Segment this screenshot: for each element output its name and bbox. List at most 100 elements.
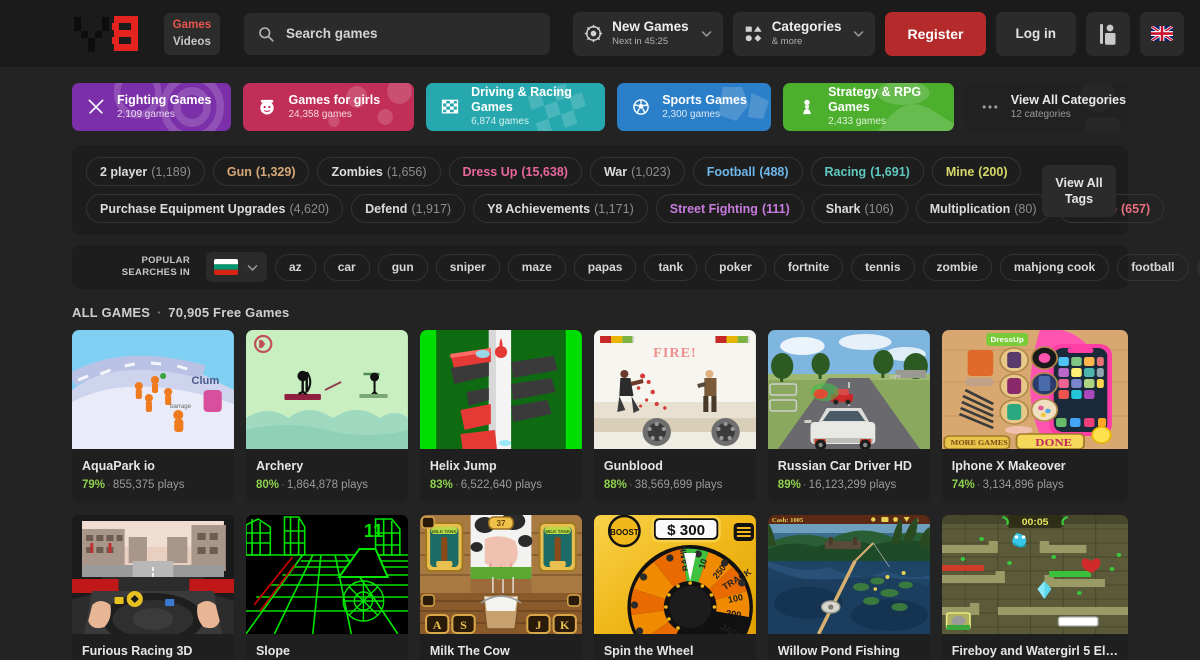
category-name: Fighting Games (117, 92, 212, 107)
tag-count: (200) (978, 164, 1008, 179)
category-card-strategy[interactable]: Strategy & RPG Games 2,433 games (783, 83, 954, 131)
game-card-slope[interactable]: 11 Slope 85%·68,938,167 plays (245, 515, 408, 660)
popular-term-gun[interactable]: gun (377, 253, 428, 281)
svg-text:J: J (535, 618, 541, 632)
tags-panel: 2 player (1,189) Gun (1,329) Zombies (1,… (72, 145, 1165, 235)
wheel-amount-text: $ 300 (667, 522, 705, 539)
wheel-boost-text: BOOST (610, 528, 639, 537)
categories-dropdown[interactable]: Categories & more (732, 11, 876, 56)
tag-street-fighting[interactable]: Street Fighting (111) (655, 194, 804, 223)
game-card-gunblood[interactable]: FIRE! Gunblood 88% · 38,569,699 plays (593, 330, 756, 503)
popular-term-sniper[interactable]: sniper (435, 253, 500, 281)
popular-term-fortnite[interactable]: fortnite (773, 253, 844, 281)
register-button[interactable]: Register (885, 11, 986, 56)
site-header: Games Videos New Games Next in 45:25 (0, 0, 1200, 67)
game-card-spin-the-wheel[interactable]: 10 250 TRACK 100 200 JACKPOT BANK $ 300 (593, 515, 756, 660)
tag-gun[interactable]: Gun (1,329) (212, 157, 310, 186)
tag-football[interactable]: Football (488) (692, 157, 803, 186)
toggle-games-label[interactable]: Games (173, 17, 212, 34)
popular-term-az[interactable]: az (275, 253, 316, 281)
tag-war[interactable]: War (1,023) (589, 157, 685, 186)
country-selector[interactable] (206, 252, 267, 282)
new-games-dropdown[interactable]: New Games Next in 45:25 (573, 11, 723, 56)
game-card-archery[interactable]: Archery 80% · 1,864,878 plays (245, 330, 408, 503)
login-button[interactable]: Log in (995, 11, 1076, 56)
popular-term-tank[interactable]: tank (644, 253, 698, 281)
game-plays: 6,522,640 plays (460, 479, 542, 491)
popular-term-tennis[interactable]: tennis (851, 253, 915, 281)
show-more-button[interactable]: Show more (1196, 253, 1200, 281)
game-thumbnail[interactable]: Light (767, 330, 930, 449)
games-videos-toggle[interactable]: Games Videos (164, 12, 220, 55)
user-icon (1100, 23, 1116, 45)
popular-term-papas[interactable]: papas (573, 253, 637, 281)
tag-name: Street Fighting (669, 201, 758, 216)
game-info: Iphone X Makeover 74% · 3,134,896 plays (941, 449, 1128, 503)
all-games-label: ALL GAMES (72, 305, 151, 320)
category-card-fighting[interactable]: Fighting Games 2,109 games (72, 83, 232, 131)
game-card-aquapark-io[interactable]: Clum barrage AquaPark io 79% · 855,375 pla… (72, 330, 234, 503)
search-bar[interactable] (244, 12, 550, 55)
game-card-russian-car-driver-hd[interactable]: Light Russian Car Driver HD 89% · 16,123,2… (767, 330, 930, 503)
y8-logo[interactable] (72, 13, 146, 55)
game-thumbnail[interactable]: Cash: 1005 4 (767, 515, 930, 634)
all-games-count: 70,905 Free Games (168, 305, 290, 320)
tag-count: (1,189) (151, 164, 191, 179)
game-card-milk-the-cow[interactable]: MILK TANK MILK TANK A S J K 37 Milk The … (419, 515, 582, 660)
game-thumbnail[interactable]: 11 (245, 515, 408, 634)
tag-2-player[interactable]: 2 player (1,189) (86, 157, 205, 186)
game-card-furious-racing-3d[interactable]: Furious Racing 3D 81%·821,315 plays (72, 515, 234, 660)
game-thumbnail[interactable]: 10 250 TRACK 100 200 JACKPOT BANK $ 300 (593, 515, 756, 634)
tag-defend[interactable]: Defend (1,917) (351, 194, 466, 223)
game-meta: 83% · 6,522,640 plays (429, 479, 542, 491)
tag-shark[interactable]: Shark (106) (811, 194, 908, 223)
game-thumbnail[interactable]: FIRE! (593, 330, 756, 449)
tag-count: (4,620) (289, 201, 330, 216)
category-card-view-all[interactable]: View All Categories 12 categories (965, 83, 1128, 131)
grid-icon (745, 26, 762, 42)
game-thumbnail[interactable] (72, 515, 234, 634)
game-thumbnail[interactable] (419, 330, 582, 449)
tag-zombies[interactable]: Zombies (1,656) (317, 157, 441, 186)
tag-multiplication[interactable]: Multiplication (80) (915, 194, 1051, 223)
popular-label-line2: SEARCHES IN (121, 267, 190, 278)
popular-term-car[interactable]: car (323, 253, 370, 281)
game-info: Spin the Wheel 63%·236,865 plays (593, 634, 756, 660)
tag-mine[interactable]: Mine (200) (931, 157, 1022, 186)
game-thumbnail[interactable]: MILK TANK MILK TANK A S J K 37 (419, 515, 582, 634)
tag-dress-up[interactable]: Dress Up (15,638) (448, 157, 582, 186)
game-rating: 88% (603, 479, 627, 491)
language-button[interactable] (1140, 11, 1184, 56)
tag-name: Mine (945, 164, 975, 179)
popular-term-poker[interactable]: poker (705, 253, 766, 281)
search-input[interactable] (286, 26, 536, 41)
tag-count: (111) (761, 201, 790, 216)
category-card-driving[interactable]: Driving & Racing Games 6,874 games (426, 83, 606, 131)
view-all-tags-button[interactable]: View All Tags (1042, 165, 1116, 217)
category-name: Strategy & RPG Games (828, 85, 922, 114)
game-card-fireboy-and-watergirl-5[interactable]: 00:05 Fireboy and Watergirl 5 El… 82%·9,… (941, 515, 1128, 660)
game-card-iphone-x-makeover[interactable]: DressUp MORE GAMES DONE Iphone X Makeove… (941, 330, 1128, 503)
game-thumbnail[interactable]: DressUp MORE GAMES DONE (941, 330, 1128, 449)
tag-racing[interactable]: Racing (1,691) (810, 157, 924, 186)
popular-term-maze[interactable]: maze (507, 253, 566, 281)
categories-title: Categories (771, 19, 842, 34)
tag-count: (106) (864, 201, 894, 216)
tag-name: Gun (226, 164, 252, 179)
game-card-willow-pond-fishing[interactable]: Cash: 1005 4 (767, 515, 930, 660)
category-card-sports[interactable]: Sports Games 2,300 games (617, 83, 772, 131)
game-thumbnail[interactable] (245, 330, 408, 449)
tag-y8-achievements[interactable]: Y8 Achievements (1,171) (473, 194, 648, 223)
popular-term-football[interactable]: football (1117, 253, 1189, 281)
game-card-helix-jump[interactable]: Helix Jump 83% · 6,522,640 plays (419, 330, 582, 503)
game-thumbnail[interactable]: Clum barrage (72, 330, 234, 449)
avatar-button[interactable] (1086, 11, 1130, 56)
fireboy-timer-text: 00:05 (1021, 518, 1048, 528)
tag-purchase-equipment-upgrades[interactable]: Purchase Equipment Upgrades (4,620) (86, 194, 344, 223)
toggle-videos-label[interactable]: Videos (173, 34, 211, 51)
popular-term-mahjong-cook[interactable]: mahjong cook (999, 253, 1110, 281)
game-thumbnail[interactable]: 00:05 (941, 515, 1128, 634)
category-count: 24,358 games (288, 108, 352, 120)
popular-term-zombie[interactable]: zombie (922, 253, 992, 281)
category-card-girls[interactable]: Games for girls 24,358 games (243, 83, 415, 131)
